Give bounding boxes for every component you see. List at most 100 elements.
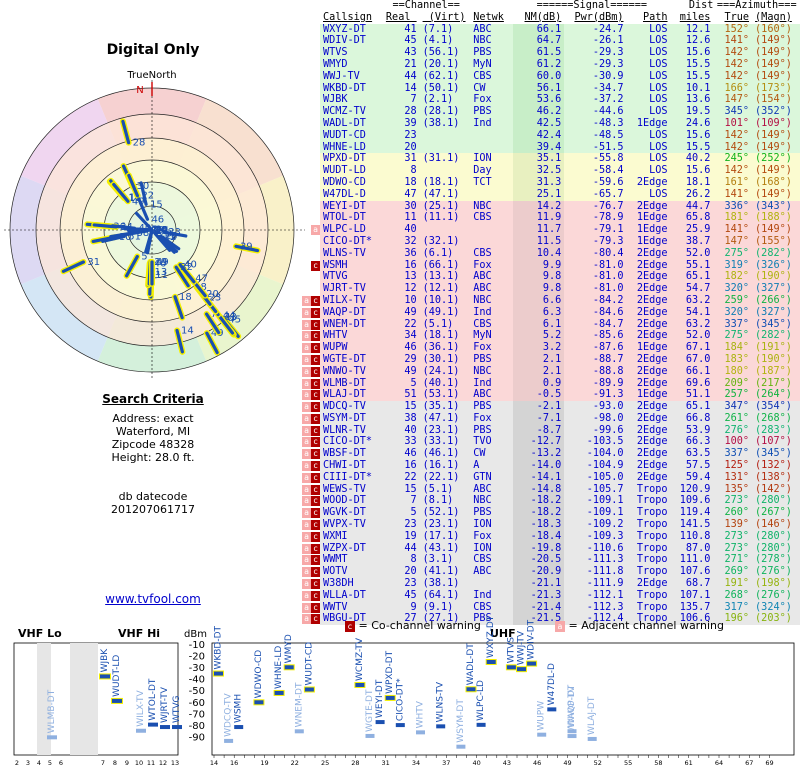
- table-row[interactable]: a c WZPX-DT 44 (43.1) ION -19.8 -110.6 Tropo 87.0…: [302, 542, 800, 555]
- virtual-channel: (47.1): [419, 188, 471, 201]
- table-row[interactable]: WDWO-CD 18 (18.1) TCT 31.3 -59.6 2Edge 18.1 161°…: [302, 176, 800, 189]
- table-row[interactable]: a c WHTV 34 (18.1) MyN 5.2 -85.6 2Edge 52.0 275° (2…: [302, 330, 800, 343]
- table-row[interactable]: a c WLNR-TV 40 (23.1) PBS -8.7 -99.6 2Edge 53.9 27…: [302, 424, 800, 437]
- table-row[interactable]: WLNS-TV 36 (6.1) CBS 10.4 -80.4 2Edge 52.0 275°(…: [302, 247, 800, 260]
- spectrum-bar-label: WTVS: [506, 637, 516, 664]
- spectrum-bar-label: WLNS-TV: [436, 681, 446, 722]
- real-channel: 8: [382, 554, 420, 567]
- table-row[interactable]: a c WGVK-DT 5 (52.1) PBS -18.2 -109.1 Tropo 119.4…: [302, 507, 800, 520]
- callsign: WXYZ-DT: [320, 23, 383, 36]
- table-row[interactable]: a c WBSF-DT 46 (46.1) CW -13.2 -104.0 2Edge 63.5 3…: [302, 448, 800, 461]
- table-row[interactable]: WJRT-TV 12 (12.1) ABC 9.8 -81.0 2Edge 54.7 320°(…: [302, 283, 800, 295]
- network: Fox: [470, 530, 514, 543]
- table-row[interactable]: a c CHWI-DT 16 (16.1) A -14.0 -104.9 2Edge 57.5 12…: [302, 460, 800, 472]
- table-row[interactable]: a c WWTV 9 (9.1) CBS -21.4 -112.3 Tropo 135.7 317°…: [302, 601, 800, 614]
- virtual-channel: (30.1): [419, 353, 471, 366]
- table-row[interactable]: WJBK 7 (2.1) Fox 53.6 -37.2 LOS 13.6 147° (154°): [302, 94, 800, 107]
- y-tick-label: -40: [189, 675, 205, 686]
- callsign: WLPC-LD: [320, 224, 383, 236]
- table-row[interactable]: WTVS 43 (56.1) PBS 61.5 -29.3 LOS 15.6 142° (149°…: [302, 47, 800, 59]
- table-row[interactable]: a c W38DH 23 (38.1) -21.1 -111.9 2Edge 68.7 191°(…: [302, 578, 800, 590]
- tvfool-link[interactable]: www.tvfool.com: [0, 592, 306, 606]
- adjacent-warning-icon: a: [302, 484, 311, 495]
- nm-db: 56.1: [513, 82, 565, 95]
- table-row[interactable]: a c CIII-DT* 22 (22.1) GTN -14.1 -105.0 2Edge 59.…: [302, 471, 800, 484]
- table-row[interactable]: WUDT-LD 8 Day 32.5 -58.4 LOS 15.6 142° (149°): [302, 165, 800, 177]
- nm-db: -13.2: [513, 448, 565, 461]
- table-row[interactable]: a c WNEM-DT 22 (5.1) CBS 6.1 -84.7 2Edge 63.2 337°…: [302, 318, 800, 331]
- virtual-channel: (38.1): [419, 117, 471, 130]
- table-row[interactable]: WWJ-TV 44 (62.1) CBS 60.0 -30.9 LOS 15.5 142° (14…: [302, 70, 800, 83]
- table-row[interactable]: WHNE-LD 20 39.4 -51.5 LOS 15.5 142° (149°): [302, 141, 800, 154]
- table-row[interactable]: WTOL-DT 11 (11.1) CBS 11.9 -78.9 1Edge 65.8 181°…: [302, 212, 800, 225]
- virtual-channel: (11.1): [419, 212, 471, 225]
- table-row[interactable]: a c WSYM-DT 38 (47.1) Fox -7.1 -98.0 2Edge 66.8 26…: [302, 412, 800, 425]
- table-row[interactable]: WTVG 13 (13.1) ABC 9.8 -81.0 2Edge 65.1 182° (190…: [302, 271, 800, 284]
- callsign: WDCQ-TV: [320, 401, 383, 413]
- table-row[interactable]: WEYI-DT 30 (25.1) NBC 14.2 -76.7 2Edge 44.7 336°…: [302, 200, 800, 213]
- distance-miles: 12.6: [670, 35, 714, 48]
- spectrum-bar: [365, 733, 375, 738]
- table-row[interactable]: c WSMH 16 (66.1) Fox 9.9 -81.0 2Edge 55.1 319° (32…: [302, 259, 800, 272]
- table-row[interactable]: WMYD 21 (20.1) MyN 61.2 -29.3 LOS 15.5 142° (149°…: [302, 58, 800, 71]
- table-row[interactable]: WPXD-DT 31 (31.1) ION 35.1 -55.8 LOS 40.2 245° (2…: [302, 153, 800, 166]
- table-row[interactable]: WUDT-CD 23 42.4 -48.5 LOS 15.6 142° (149°): [302, 129, 800, 142]
- table-row[interactable]: a c WLAJ-DT 51 (53.1) ABC -0.5 -91.3 1Edge 51.1 25…: [302, 389, 800, 402]
- virtual-channel: (13.1): [419, 271, 471, 284]
- real-channel: 41: [382, 23, 420, 36]
- distance-miles: 66.8: [670, 412, 714, 425]
- power-dbm: -99.6: [564, 424, 627, 437]
- criteria-zip: Zipcode 48328: [111, 438, 195, 451]
- network: PBS: [470, 353, 514, 366]
- path: 2Edge: [626, 365, 671, 378]
- table-row[interactable]: a c WGTE-DT 29 (30.1) PBS 2.1 -88.7 2Edge 67.0 183…: [302, 353, 800, 366]
- table-row[interactable]: a c WOOD-DT 7 (8.1) NBC -18.2 -109.1 Tropo 109.6 2…: [302, 495, 800, 508]
- channel-tick-label: 58: [654, 759, 662, 767]
- power-dbm: -103.5: [564, 436, 627, 449]
- table-row[interactable]: a c WLMB-DT 5 (40.1) Ind 0.9 -89.9 2Edge 69.6 209°…: [302, 377, 800, 390]
- path: Tropo: [626, 542, 671, 555]
- table-row[interactable]: WDIV-DT 45 (4.1) NBC 64.7 -26.1 LOS 12.6 141° (14…: [302, 35, 800, 48]
- distance-miles: 15.5: [670, 58, 714, 71]
- table-row[interactable]: a c WAQP-DT 49 (49.1) Ind 6.3 -84.6 2Edge 54.1 320…: [302, 306, 800, 319]
- table-row[interactable]: WKBD-DT 14 (50.1) CW 56.1 -34.7 LOS 10.1 166° (17…: [302, 82, 800, 95]
- table-row[interactable]: a c WILX-TV 10 (10.1) NBC 6.6 -84.2 2Edge 63.2 259…: [302, 294, 800, 307]
- azimuth-magnetic: (280°): [752, 495, 800, 508]
- real-channel: 45: [382, 35, 420, 48]
- table-row[interactable]: a c CICO-DT* 33 (33.1) TVO -12.7 -103.5 2Edge 66.…: [302, 436, 800, 449]
- callsign: WSYM-DT: [320, 412, 383, 425]
- azimuth-magnetic: (324°): [752, 601, 800, 614]
- y-tick-label: -80: [189, 721, 205, 732]
- path: LOS: [626, 129, 671, 142]
- table-row[interactable]: CICO-DT* 32 (32.1) 11.5 -79.3 1Edge 38.7 147° (1…: [302, 235, 800, 248]
- table-row[interactable]: a WLPC-LD 40 11.7 -79.1 1Edge 25.9 141° (149°): [302, 224, 800, 236]
- path: 1Edge: [626, 342, 671, 354]
- co-channel-warning-icon: c: [311, 449, 320, 460]
- table-row[interactable]: a c WEWS-TV 15 (5.1) ABC -14.8 -105.7 Tropo 120.9…: [302, 483, 800, 496]
- virtual-channel: (9.1): [419, 601, 471, 614]
- azimuth-magnetic: (168°): [752, 176, 800, 189]
- power-dbm: -48.3: [564, 117, 627, 130]
- spectrum-bar-label: WUPW: [537, 701, 547, 731]
- table-row[interactable]: a c WOTV 20 (41.1) ABC -20.9 -111.8 Tropo 107.6 26…: [302, 566, 800, 579]
- table-row[interactable]: a c WXMI 19 (17.1) Fox -18.4 -109.3 Tropo 110.8 27…: [302, 530, 800, 543]
- table-row[interactable]: WCMZ-TV 28 (28.1) PBS 46.2 -44.6 LOS 19.5 345° (3…: [302, 106, 800, 118]
- adjacent-warning-icon: a: [302, 472, 311, 483]
- table-row[interactable]: a c WUPW 46 (36.1) Fox 3.2 -87.6 1Edge 67.1 184° (1…: [302, 342, 800, 354]
- column-header-path: Path: [642, 11, 668, 23]
- table-row[interactable]: a c WNWO-TV 49 (24.1) NBC 2.1 -88.8 2Edge 66.1 180…: [302, 365, 800, 378]
- table-row[interactable]: WADL-DT 39 (38.1) Ind 42.5 -48.3 1Edge 24.6 101°…: [302, 117, 800, 130]
- spectrum-bar-label: WKBD-DT: [214, 625, 224, 669]
- network: NBC: [470, 365, 514, 378]
- table-row[interactable]: a c WWMT 8 (3.1) CBS -20.5 -111.3 Tropo 111.0 271°…: [302, 554, 800, 567]
- network: Fox: [470, 412, 514, 425]
- table-row[interactable]: a c WLLA-DT 45 (64.1) Ind -21.3 -112.1 Tropo 107.…: [302, 589, 800, 602]
- table-row[interactable]: a c WDCQ-TV 15 (35.1) PBS -2.1 -93.0 2Edge 65.1 34…: [302, 401, 800, 413]
- table-row[interactable]: WXYZ-DT 41 (7.1) ABC 66.1 -24.7 LOS 12.1 152° (16…: [302, 23, 800, 36]
- table-row[interactable]: W47DL-D 47 (47.1) 25.1 -65.7 LOS 26.2 141° (149°…: [302, 188, 800, 201]
- azimuth-magnetic: (149°): [752, 70, 800, 83]
- callsign: WDIV-DT: [320, 35, 383, 48]
- table-row[interactable]: a c WVPX-TV 23 (23.1) ION -18.3 -109.2 Tropo 141.…: [302, 519, 800, 531]
- azimuth-magnetic: (149°): [752, 188, 800, 201]
- real-channel: 49: [382, 306, 420, 319]
